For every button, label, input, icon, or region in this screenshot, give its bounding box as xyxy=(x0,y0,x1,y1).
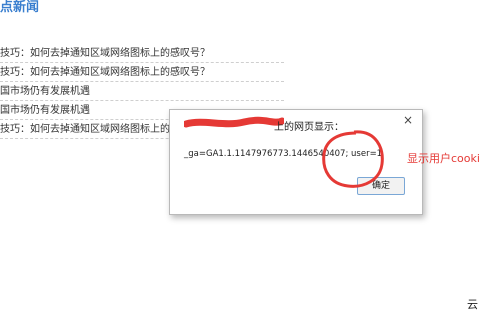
redaction-scribble xyxy=(184,116,284,128)
section-title: 点新闻 xyxy=(0,0,40,15)
close-icon[interactable]: × xyxy=(401,113,415,127)
news-item[interactable]: 国市场仍有发展机遇 xyxy=(0,84,284,101)
corner-text: 云 xyxy=(467,298,478,311)
news-item[interactable]: 技巧：如何去掉通知区域网络图标上的感叹号？ xyxy=(0,65,284,82)
annotation-label: 显示用户cookie xyxy=(407,152,480,165)
highlight-circle xyxy=(322,130,384,188)
news-item[interactable]: 技巧：如何去掉通知区域网络图标上的感叹号？ xyxy=(0,46,284,63)
